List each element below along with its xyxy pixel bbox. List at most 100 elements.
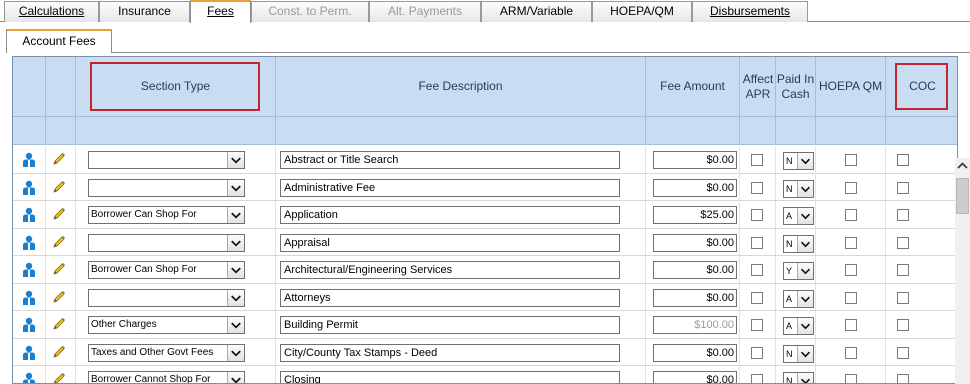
chevron-down-icon[interactable] [227, 344, 244, 361]
section-type-select[interactable]: Borrower Can Shop For [88, 206, 245, 224]
chevron-down-icon[interactable] [797, 318, 813, 334]
paid-in-cash-select[interactable]: A [783, 207, 814, 225]
fee-amount-input[interactable]: $0.00 [653, 233, 737, 252]
pencil-icon[interactable] [52, 317, 66, 331]
fee-amount-input[interactable]: $0.00 [653, 288, 737, 307]
fee-amount-input[interactable]: $0.00 [653, 151, 737, 169]
paid-in-cash-select[interactable]: N [783, 372, 814, 383]
chevron-down-icon[interactable] [227, 207, 244, 223]
affect-apr-checkbox[interactable] [751, 346, 763, 359]
tab-fees[interactable]: Fees [190, 0, 251, 23]
chevron-up-icon[interactable] [955, 158, 970, 174]
hoepa-qm-checkbox[interactable] [845, 374, 857, 383]
pencil-icon[interactable] [52, 235, 66, 249]
header-affect-apr[interactable]: Affect APR [740, 57, 776, 116]
vertical-scrollbar[interactable] [955, 158, 970, 384]
paid-in-cash-select[interactable]: N [783, 152, 814, 170]
hoepa-qm-checkbox[interactable] [845, 154, 857, 166]
header-hoepa-qm[interactable]: HOEPA QM [816, 57, 885, 116]
paid-in-cash-select[interactable]: N [783, 179, 814, 198]
pencil-icon[interactable] [52, 290, 66, 304]
pencil-icon[interactable] [52, 180, 66, 194]
subtab-account-fees[interactable]: Account Fees [6, 29, 112, 53]
tab-insurance[interactable]: Insurance [99, 1, 190, 22]
section-type-select[interactable] [88, 178, 245, 197]
person-icon[interactable] [22, 262, 36, 278]
coc-checkbox[interactable] [897, 291, 909, 304]
chevron-down-icon[interactable] [227, 372, 244, 383]
tab-const-to-perm[interactable]: Const. to Perm. [251, 1, 369, 22]
coc-checkbox[interactable] [897, 374, 909, 383]
fee-description-input[interactable]: Abstract or Title Search [280, 151, 620, 169]
tab-calculations[interactable]: Calculations [4, 1, 99, 22]
chevron-down-icon[interactable] [797, 180, 813, 197]
fee-amount-input[interactable]: $0.00 [653, 261, 737, 279]
chevron-down-icon[interactable] [227, 152, 244, 168]
paid-in-cash-select[interactable]: Y [783, 262, 814, 280]
person-icon[interactable] [22, 290, 36, 306]
fee-description-input[interactable]: Appraisal [280, 233, 620, 252]
tab-disbursements[interactable]: Disbursements [692, 1, 808, 22]
fee-description-input[interactable]: Building Permit [280, 316, 620, 334]
hoepa-qm-checkbox[interactable] [845, 291, 857, 304]
header-fee-description[interactable]: Fee Description [276, 57, 645, 116]
fee-amount-input[interactable]: $0.00 [653, 178, 737, 197]
hoepa-qm-checkbox[interactable] [845, 319, 857, 331]
person-icon[interactable] [22, 235, 36, 251]
pencil-icon[interactable] [52, 345, 66, 359]
paid-in-cash-select[interactable]: A [783, 289, 814, 308]
fee-description-input[interactable]: Architectural/Engineering Services [280, 261, 620, 279]
coc-checkbox[interactable] [897, 236, 909, 249]
chevron-down-icon[interactable] [797, 263, 813, 279]
pencil-icon[interactable] [52, 152, 66, 166]
scroll-thumb[interactable] [956, 178, 969, 214]
fee-description-input[interactable]: Closing [280, 371, 620, 383]
section-type-select[interactable] [88, 288, 245, 307]
fee-description-input[interactable]: Application [280, 206, 620, 224]
fee-description-input[interactable]: Administrative Fee [280, 178, 620, 197]
section-type-select[interactable]: Other Charges [88, 316, 245, 334]
section-type-select[interactable] [88, 233, 245, 252]
chevron-down-icon[interactable] [797, 153, 813, 169]
person-icon[interactable] [22, 372, 36, 383]
affect-apr-checkbox[interactable] [751, 181, 763, 194]
person-icon[interactable] [22, 180, 36, 196]
affect-apr-checkbox[interactable] [751, 154, 763, 166]
chevron-down-icon[interactable] [227, 317, 244, 333]
tab-alt-payments[interactable]: Alt. Payments [369, 1, 481, 22]
header-fee-amount[interactable]: Fee Amount [646, 57, 739, 116]
hoepa-qm-checkbox[interactable] [845, 346, 857, 359]
affect-apr-checkbox[interactable] [751, 319, 763, 331]
fee-amount-input[interactable]: $100.00 [653, 316, 737, 334]
person-icon[interactable] [22, 152, 36, 168]
affect-apr-checkbox[interactable] [751, 374, 763, 383]
chevron-down-icon[interactable] [797, 345, 813, 362]
chevron-down-icon[interactable] [227, 234, 244, 251]
header-paid-in-cash[interactable]: Paid In Cash [776, 57, 815, 116]
affect-apr-checkbox[interactable] [751, 291, 763, 304]
pencil-icon[interactable] [52, 372, 66, 383]
fee-amount-input[interactable]: $0.00 [653, 371, 737, 383]
fee-description-input[interactable]: City/County Tax Stamps - Deed [280, 343, 620, 362]
paid-in-cash-select[interactable]: N [783, 344, 814, 363]
coc-checkbox[interactable] [897, 209, 909, 221]
coc-checkbox[interactable] [897, 181, 909, 194]
hoepa-qm-checkbox[interactable] [845, 209, 857, 221]
paid-in-cash-select[interactable]: N [783, 234, 814, 253]
coc-checkbox[interactable] [897, 319, 909, 331]
person-icon[interactable] [22, 317, 36, 333]
fee-amount-input[interactable]: $25.00 [653, 206, 737, 224]
hoepa-qm-checkbox[interactable] [845, 236, 857, 249]
person-icon[interactable] [22, 345, 36, 361]
fee-amount-input[interactable]: $0.00 [653, 343, 737, 362]
chevron-down-icon[interactable] [227, 179, 244, 196]
section-type-select[interactable] [88, 151, 245, 169]
section-type-select[interactable]: Taxes and Other Govt Fees [88, 343, 245, 362]
person-icon[interactable] [22, 207, 36, 223]
pencil-icon[interactable] [52, 262, 66, 276]
affect-apr-checkbox[interactable] [751, 264, 763, 276]
chevron-down-icon[interactable] [227, 289, 244, 306]
hoepa-qm-checkbox[interactable] [845, 264, 857, 276]
coc-checkbox[interactable] [897, 346, 909, 359]
section-type-select[interactable]: Borrower Can Shop For [88, 261, 245, 279]
